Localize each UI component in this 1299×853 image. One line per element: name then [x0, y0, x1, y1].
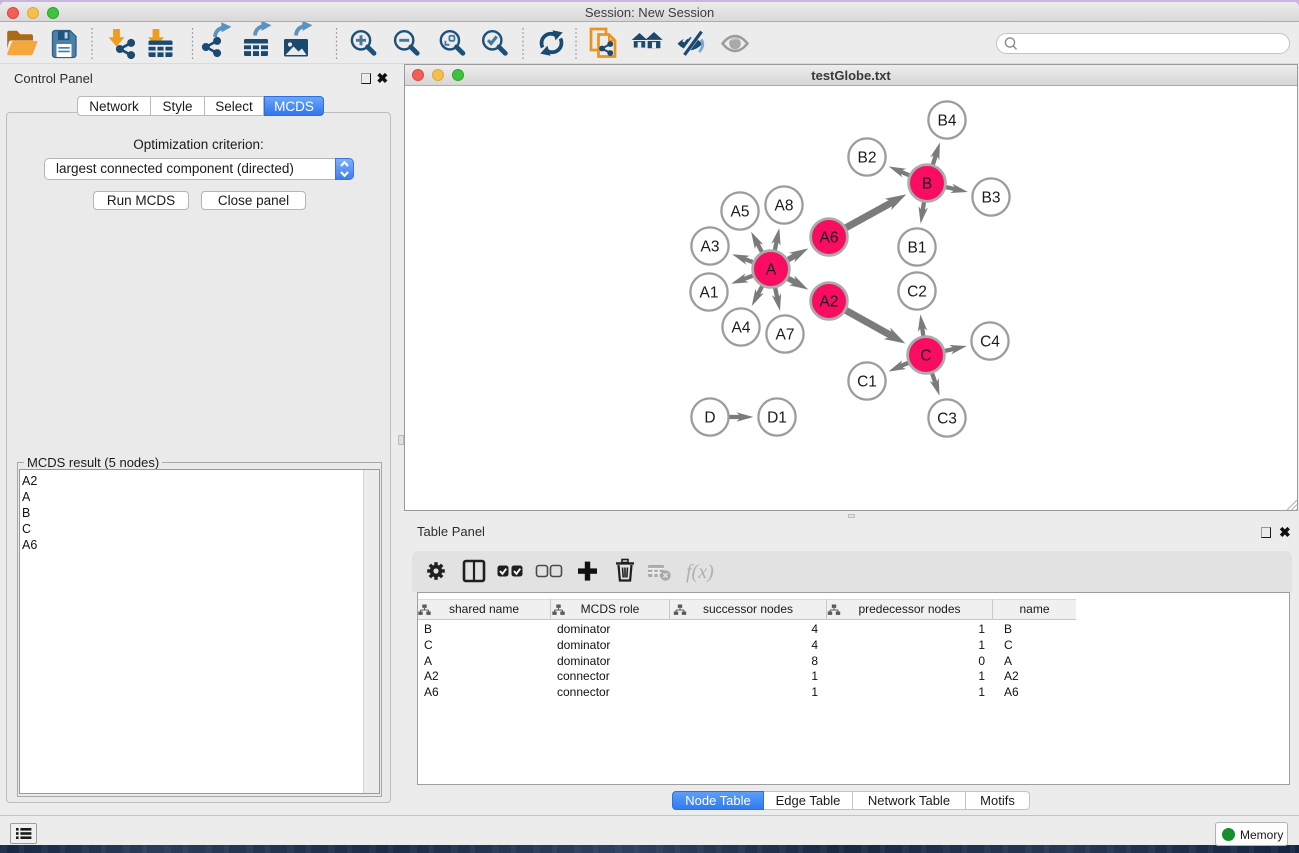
svg-text:A7: A7 — [776, 326, 795, 343]
svg-text:D: D — [704, 409, 715, 426]
svg-text:A5: A5 — [731, 203, 750, 220]
svg-text:C4: C4 — [980, 333, 1000, 350]
svg-text:C: C — [920, 347, 931, 364]
svg-text:C2: C2 — [907, 283, 927, 300]
svg-text:B4: B4 — [938, 112, 957, 129]
svg-text:f(x): f(x) — [686, 561, 714, 583]
svg-text:B2: B2 — [858, 149, 877, 166]
svg-text:A4: A4 — [732, 319, 751, 336]
svg-text:B: B — [922, 175, 932, 192]
svg-text:B3: B3 — [982, 189, 1001, 206]
svg-text:C1: C1 — [857, 373, 877, 390]
svg-text:D1: D1 — [767, 409, 787, 426]
svg-text:A3: A3 — [701, 238, 720, 255]
svg-text:B1: B1 — [908, 239, 927, 256]
svg-text:A6: A6 — [820, 229, 839, 246]
svg-text:A1: A1 — [700, 284, 719, 301]
svg-text:A: A — [766, 261, 777, 278]
svg-text:C3: C3 — [937, 410, 957, 427]
svg-text:A2: A2 — [820, 293, 839, 310]
svg-text:A8: A8 — [775, 197, 794, 214]
